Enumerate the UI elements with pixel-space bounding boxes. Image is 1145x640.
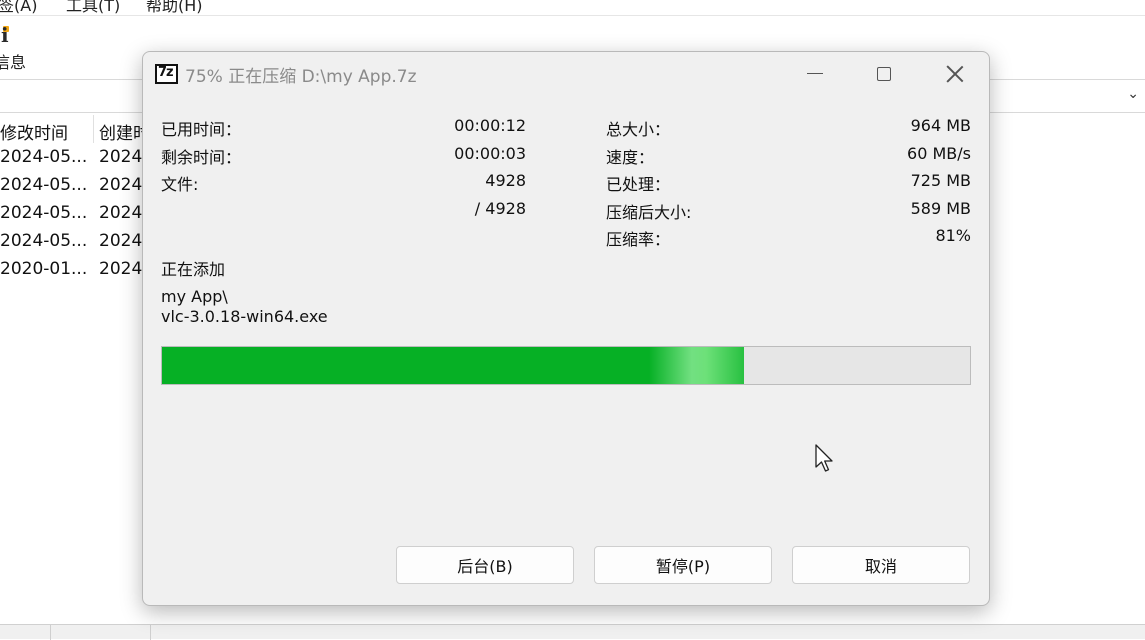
- cancel-button[interactable]: 取消: [792, 546, 970, 584]
- 7zip-app-icon: 7z: [155, 64, 178, 84]
- elapsed-time-label: 已用时间：: [161, 120, 242, 139]
- menu-item-tools[interactable]: 工具(T): [66, 0, 120, 16]
- pause-button[interactable]: 暂停(P): [594, 546, 772, 584]
- list-item[interactable]: 2024-05... 2024: [0, 175, 150, 203]
- current-path: my App\: [161, 287, 228, 306]
- toolbar-info-button[interactable]: i 信息: [0, 22, 40, 72]
- compressed-size-value: 589 MB: [910, 199, 971, 218]
- processed-value: 725 MB: [910, 171, 971, 190]
- modified-cell: 2024-05...: [0, 147, 88, 167]
- speed-value: 60 MB/s: [907, 144, 971, 163]
- modified-cell: 2024-05...: [0, 231, 88, 251]
- menu-item-help[interactable]: 帮助(H): [146, 0, 203, 16]
- background-button[interactable]: 后台(B): [396, 546, 574, 584]
- created-cell: 2024: [99, 231, 143, 251]
- list-item[interactable]: 2024-05... 2024: [0, 203, 150, 231]
- compression-ratio-label: 压缩率：: [606, 230, 671, 249]
- menu-bar: 签(A) 工具(T) 帮助(H): [0, 0, 1145, 16]
- elapsed-time-value: 00:00:12: [454, 116, 526, 135]
- dialog-title-bar[interactable]: 7z 75% 正在压缩 D:\my App.7z: [143, 52, 989, 95]
- progress-bar: [161, 346, 971, 385]
- menu-item-bookmarks[interactable]: 签(A): [0, 0, 37, 16]
- toolbar-info-label: 信息: [0, 53, 27, 72]
- current-file: vlc-3.0.18-win64.exe: [161, 307, 328, 326]
- compressed-size-label: 压缩后大小:: [606, 203, 692, 222]
- compression-ratio-value: 81%: [935, 226, 971, 245]
- list-item[interactable]: 2024-05... 2024: [0, 231, 150, 259]
- total-size-value: 964 MB: [910, 116, 971, 135]
- mouse-cursor-icon: [815, 444, 833, 472]
- compression-progress-dialog: 7z 75% 正在压缩 D:\my App.7z 已用时间： 00:00:12 …: [142, 51, 990, 606]
- remaining-time-label: 剩余时间：: [161, 148, 242, 167]
- close-button[interactable]: [920, 52, 989, 95]
- list-item[interactable]: 2024-05... 2024: [0, 147, 150, 175]
- dialog-title: 75% 正在压缩 D:\my App.7z: [185, 67, 417, 87]
- created-cell: 2024: [99, 175, 143, 195]
- minimize-icon: [807, 73, 823, 74]
- minimize-button[interactable]: [780, 52, 850, 95]
- files-total-value: / 4928: [474, 199, 526, 218]
- total-size-label: 总大小：: [606, 120, 671, 139]
- app-icon-text: 7z: [158, 65, 174, 80]
- created-cell: 2024: [99, 259, 143, 279]
- modified-cell: 2024-05...: [0, 203, 88, 223]
- info-icon: i: [1, 23, 9, 47]
- speed-label: 速度：: [606, 148, 655, 167]
- close-icon: [946, 65, 964, 83]
- created-cell: 2024: [99, 147, 143, 167]
- list-item[interactable]: 2020-01... 2024: [0, 259, 150, 287]
- processed-label: 已处理：: [606, 175, 671, 194]
- modified-cell: 2020-01...: [0, 259, 88, 279]
- chevron-down-icon[interactable]: ⌄: [1127, 86, 1139, 102]
- column-separator[interactable]: [93, 115, 94, 143]
- status-separator: [50, 625, 51, 640]
- maximize-icon: [877, 66, 891, 81]
- maximize-button[interactable]: [849, 52, 919, 95]
- files-value: 4928: [485, 171, 526, 190]
- status-label: 正在添加: [161, 260, 226, 279]
- created-cell: 2024: [99, 203, 143, 223]
- progress-shine: [649, 347, 744, 384]
- status-bar: [0, 624, 1145, 640]
- files-label: 文件:: [161, 175, 199, 194]
- status-separator: [150, 625, 151, 640]
- remaining-time-value: 00:00:03: [454, 144, 526, 163]
- modified-cell: 2024-05...: [0, 175, 88, 195]
- column-modified[interactable]: 修改时间: [0, 119, 68, 144]
